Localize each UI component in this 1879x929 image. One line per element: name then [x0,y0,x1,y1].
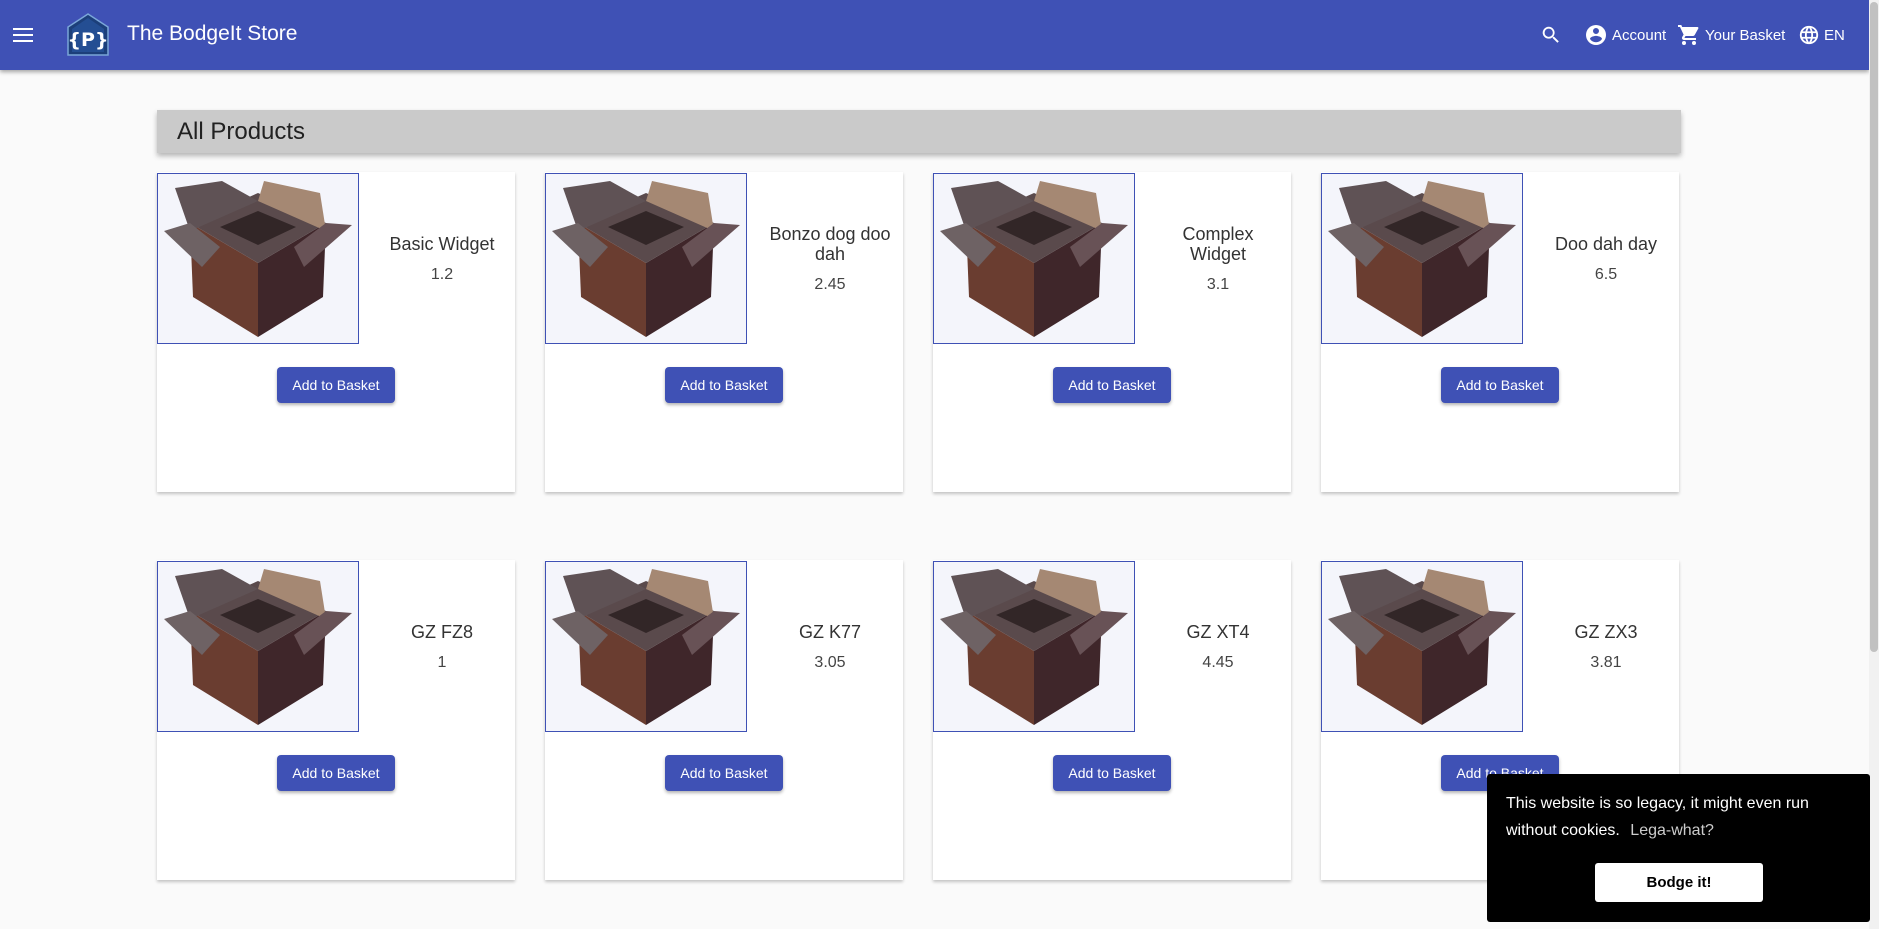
product-price: 4.45 [1202,654,1234,671]
cardboard-box-icon [552,180,740,337]
product-price: 1 [437,654,447,671]
product-info: GZ FZ8 1 [369,560,515,734]
top-toolbar: {P} The BodgeIt Store Account Your Baske… [0,0,1869,70]
scrollbar-track[interactable] [1869,0,1879,929]
cookie-message-block: This website is so legacy, it might even… [1506,790,1846,844]
logo-text: {P} [68,29,109,51]
globe-icon [1799,25,1819,45]
product-info: Doo dah day 6.5 [1533,172,1679,346]
cardboard-box-icon [164,180,352,337]
add-to-basket-button[interactable]: Add to Basket [1053,367,1171,403]
product-price: 6.5 [1594,266,1618,283]
product-price: 3.05 [814,654,846,671]
search-button[interactable] [1536,20,1566,50]
product-card: Basic Widget 1.2 Add to Basket [157,172,515,492]
product-info: GZ ZX3 3.81 [1533,560,1679,734]
add-to-basket-button[interactable]: Add to Basket [277,367,395,403]
app-title[interactable]: The BodgeIt Store [127,20,297,48]
cardboard-box-icon [940,568,1128,725]
product-name[interactable]: Basic Widget [377,234,507,254]
product-name[interactable]: Doo dah day [1541,234,1671,254]
product-image[interactable] [157,561,359,732]
product-image[interactable] [933,561,1135,732]
product-info: Complex Widget 3.1 [1145,172,1291,346]
product-image[interactable] [545,561,747,732]
product-image[interactable] [1321,173,1523,344]
store-logo[interactable]: {P} [64,11,112,59]
product-name[interactable]: GZ FZ8 [377,622,507,642]
account-label: Account [1612,26,1667,44]
product-name[interactable]: GZ ZX3 [1541,622,1671,642]
product-price: 3.81 [1590,654,1622,671]
product-name[interactable]: GZ XT4 [1153,622,1283,642]
add-to-basket-button[interactable]: Add to Basket [665,367,783,403]
cardboard-box-icon [164,568,352,725]
product-name[interactable]: Bonzo dog doo dah [765,224,895,264]
page-header: All Products [157,110,1681,153]
product-price: 2.45 [814,276,846,293]
account-button[interactable]: Account [1584,22,1666,48]
product-name[interactable]: GZ K77 [765,622,895,642]
cookie-dismiss-button[interactable]: Bodge it! [1595,863,1763,902]
menu-icon [13,28,33,42]
cardboard-box-icon [1328,180,1516,337]
shopping-cart-icon [1678,25,1699,45]
product-grid: Basic Widget 1.2 Add to Basket Bonzo dog… [157,172,1681,880]
search-icon [1542,26,1559,43]
product-info: GZ K77 3.05 [757,560,903,734]
product-price: 1.2 [430,266,454,283]
product-price: 3.1 [1206,276,1230,293]
menu-button[interactable] [4,16,42,54]
product-card: GZ XT4 4.45 Add to Basket [933,560,1291,880]
house-logo-icon: {P} [67,13,109,56]
product-image[interactable] [1321,561,1523,732]
basket-button[interactable]: Your Basket [1677,22,1785,48]
language-label: EN [1824,26,1845,44]
cardboard-box-icon [940,180,1128,337]
product-info: GZ XT4 4.45 [1145,560,1291,734]
product-card: GZ FZ8 1 Add to Basket [157,560,515,880]
language-button[interactable]: EN [1798,22,1845,48]
product-info: Bonzo dog doo dah 2.45 [757,172,903,346]
product-image[interactable] [157,173,359,344]
cardboard-box-icon [552,568,740,725]
basket-label: Your Basket [1705,26,1786,44]
product-card: Complex Widget 3.1 Add to Basket [933,172,1291,492]
add-to-basket-button[interactable]: Add to Basket [277,755,395,791]
product-card: GZ K77 3.05 Add to Basket [545,560,903,880]
cookie-banner: This website is so legacy, it might even… [1487,774,1870,922]
cardboard-box-icon [1328,568,1516,725]
product-card: Bonzo dog doo dah 2.45 Add to Basket [545,172,903,492]
product-card: Doo dah day 6.5 Add to Basket [1321,172,1679,492]
add-to-basket-button[interactable]: Add to Basket [1053,755,1171,791]
cookie-info-link[interactable]: Lega-what? [1630,822,1714,839]
product-image[interactable] [933,173,1135,344]
account-circle-icon [1586,25,1606,45]
product-name[interactable]: Complex Widget [1153,224,1283,264]
product-info: Basic Widget 1.2 [369,172,515,346]
scrollbar-thumb[interactable] [1870,2,1878,652]
product-image[interactable] [545,173,747,344]
page-title: All Products [177,118,306,145]
add-to-basket-button[interactable]: Add to Basket [1441,367,1559,403]
add-to-basket-button[interactable]: Add to Basket [665,755,783,791]
